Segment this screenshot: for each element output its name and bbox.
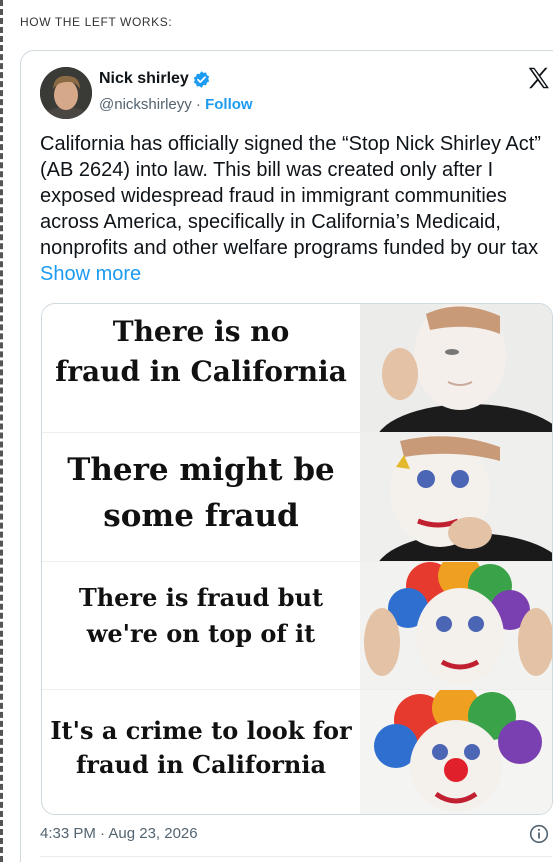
caption-line: fraud in California (55, 355, 347, 388)
follow-button[interactable]: Follow (205, 96, 253, 113)
x-logo-icon[interactable] (526, 65, 552, 91)
caption-line: There is no (112, 315, 290, 348)
verified-badge-icon (192, 70, 211, 89)
clown-photo-2 (360, 433, 552, 613)
tweet-timestamp[interactable]: 4:33 PM · Aug 23, 2026 (40, 825, 198, 842)
caption-line: fraud in California (75, 750, 326, 779)
separator: · (195, 96, 201, 113)
author-handle[interactable]: @nickshirleyy (99, 96, 192, 113)
meme-caption-4: It's a crime to look for fraud in Califo… (42, 714, 360, 782)
meme-caption-2: There might be some fraud (42, 447, 360, 539)
meme-panel-3: There is fraud but we're on top of it (42, 554, 552, 689)
author-name[interactable]: Nick shirley (99, 70, 189, 88)
meme-panel-4: It's a crime to look for fraud in Califo… (42, 684, 552, 814)
clown-photo-1 (360, 304, 552, 484)
handle-line: @nickshirleyy · Follow (99, 96, 253, 113)
caption-line: It's a crime to look for (50, 716, 352, 745)
post-header: HOW THE LEFT WORKS: (20, 15, 173, 29)
divider (40, 856, 552, 857)
page: HOW THE LEFT WORKS: Nick shirley @nicksh… (0, 0, 553, 862)
caption-line: There is fraud but (78, 583, 324, 612)
meme-caption-1: There is no fraud in California (42, 312, 360, 392)
meme-image[interactable]: There is no fraud in California There mi… (41, 303, 553, 815)
caption-line: we're on top of it (86, 619, 316, 648)
clown-photo-4 (360, 684, 552, 814)
meme-panel-1: There is no fraud in California (42, 304, 552, 484)
caption-line: some fraud (103, 498, 299, 534)
meme-caption-3: There is fraud but we're on top of it (42, 580, 360, 652)
caption-line: There might be (67, 452, 335, 488)
meme-panel-2: There might be some fraud (42, 433, 552, 613)
tweet-text: California has officially signed the “St… (40, 131, 552, 287)
info-icon[interactable] (529, 824, 549, 844)
show-more-link[interactable]: Show more (40, 263, 141, 285)
tweet-body: California has officially signed the “St… (40, 133, 541, 259)
clown-photo-3 (360, 554, 552, 689)
avatar[interactable] (40, 67, 92, 119)
embedded-tweet[interactable]: Nick shirley @nickshirleyy · Follow Cali… (20, 50, 553, 862)
